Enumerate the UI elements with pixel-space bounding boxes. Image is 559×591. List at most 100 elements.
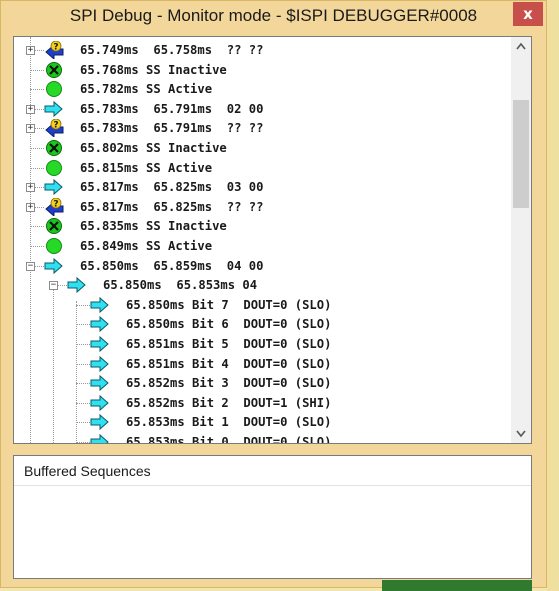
row-label: 65.817ms 65.825ms ?? ?? [80,199,264,214]
right-arrow-icon [90,433,109,443]
tree-row[interactable]: +65.783ms 65.791ms 02 00 [14,100,511,119]
row-label: 65.835ms SS Inactive [80,219,227,234]
right-arrow-icon [44,100,63,117]
scroll-up-button[interactable] [511,37,531,55]
title-bar[interactable]: SPI Debug - Monitor mode - $ISPI DEBUGGE… [1,1,546,31]
tree-row[interactable]: 65.849ms SS Active [14,237,511,256]
row-icon [44,61,64,79]
tree-connector [30,89,44,91]
collapse-icon[interactable]: − [49,281,58,291]
row-icon [90,296,110,314]
row-label: 65.852ms Bit 2 DOUT=1 (SHI) [126,395,332,410]
row-label: 65.783ms 65.791ms ?? ?? [80,121,264,136]
right-arrow-icon [67,277,86,294]
tree-row[interactable]: +65.817ms 65.825ms 03 00 [14,178,511,197]
vertical-scrollbar[interactable] [511,37,531,443]
right-arrow-icon [90,394,109,411]
tree-connector [76,442,90,443]
row-icon [90,394,110,412]
right-arrow-icon [90,355,109,372]
expand-icon[interactable]: + [26,124,35,134]
tree-row[interactable]: 65.853ms Bit 0 DOUT=0 (SLO) [14,433,511,443]
right-arrow-icon [44,257,63,274]
tree-connector [30,69,44,71]
question-arrow-icon: ? [45,40,64,61]
buffered-sequences-panel: Buffered Sequences [13,455,532,579]
tree-row[interactable]: 65.815ms SS Active [14,159,511,178]
tree-row[interactable]: + ? 65.817ms 65.825ms ?? ?? [14,197,511,217]
chevron-up-icon [516,42,526,50]
row-icon [90,374,110,392]
tree-row[interactable]: 65.768ms SS Inactive [14,61,511,80]
row-label: 65.850ms 65.853ms 04 [103,278,258,293]
tree-row[interactable]: 65.851ms Bit 4 DOUT=0 (SLO) [14,355,511,374]
row-label: 65.817ms 65.825ms 03 00 [80,180,264,195]
tree-row[interactable]: + ? 65.749ms 65.758ms ?? ?? [14,40,511,61]
tree-row[interactable]: 65.802ms SS Inactive [14,139,511,158]
row-label: 65.768ms SS Inactive [80,62,227,77]
row-icon [67,276,87,294]
tree-connector [76,422,90,424]
right-arrow-icon [90,296,109,313]
window-title: SPI Debug - Monitor mode - $ISPI DEBUGGE… [69,6,478,25]
tree-row[interactable]: − 65.850ms 65.859ms 04 00 [14,257,511,276]
expand-icon[interactable]: + [26,104,35,114]
background-edge [547,0,559,591]
row-label: 65.783ms 65.791ms 02 00 [80,101,264,116]
tree-row[interactable]: 65.850ms Bit 7 DOUT=0 (SLO) [14,296,511,315]
collapse-icon[interactable]: − [26,261,35,271]
background-strip [382,580,532,591]
right-arrow-icon [90,316,109,333]
tree-connector [76,344,90,345]
question-arrow-icon: ? [45,118,64,139]
scroll-down-button[interactable] [511,425,531,443]
ss-inactive-icon [46,140,62,156]
tree-row[interactable]: 65.852ms Bit 3 DOUT=0 (SLO) [14,374,511,393]
tree-row[interactable]: 65.851ms Bit 5 DOUT=0 (SLO) [14,335,511,354]
tree-connector [76,304,90,306]
ss-active-icon [46,238,62,254]
tree-row[interactable]: 65.852ms Bit 2 DOUT=1 (SHI) [14,394,511,413]
tree-row[interactable]: 65.835ms SS Inactive [14,217,511,236]
row-icon: ? [44,197,64,217]
row-label: 65.749ms 65.758ms ?? ?? [80,43,264,57]
tree-row[interactable]: 65.853ms Bit 1 DOUT=0 (SLO) [14,413,511,432]
row-icon [44,100,64,118]
row-label: 65.852ms Bit 3 DOUT=0 (SLO) [126,376,332,391]
right-arrow-icon [44,179,63,196]
expand-icon[interactable]: + [26,46,35,55]
row-icon [44,237,64,255]
tree-row[interactable]: 65.782ms SS Active [14,80,511,99]
row-icon [90,355,110,373]
row-label: 65.851ms Bit 5 DOUT=0 (SLO) [126,337,332,351]
expand-icon[interactable]: + [26,202,35,212]
ss-active-icon [46,159,62,176]
buffered-sequences-header[interactable]: Buffered Sequences [14,456,531,486]
close-button[interactable]: x [513,2,543,26]
row-label: 65.802ms SS Inactive [80,141,227,155]
svg-text:?: ? [53,121,58,131]
row-label: 65.782ms SS Active [80,82,213,97]
sequence-tree-panel: + ? 65.749ms 65.758ms ?? ?? 65.768ms SS I… [13,36,532,444]
spi-debug-window: SPI Debug - Monitor mode - $ISPI DEBUGGE… [0,0,547,588]
close-icon: x [523,5,533,23]
tree-connector [76,363,90,365]
row-label: 65.849ms SS Active [80,239,213,253]
tree-row[interactable]: − 65.850ms 65.853ms 04 [14,276,511,295]
row-label: 65.851ms Bit 4 DOUT=0 (SLO) [126,356,332,371]
ss-active-icon [46,81,62,98]
tree-connector [30,246,44,247]
chevron-down-icon [516,430,526,438]
ss-inactive-icon [46,61,62,78]
row-icon: ? [44,118,64,139]
row-label: 65.815ms SS Active [80,160,213,175]
svg-text:?: ? [53,43,58,53]
row-icon [44,217,64,235]
tree-row[interactable]: 65.850ms Bit 6 DOUT=0 (SLO) [14,315,511,334]
row-icon [44,178,64,196]
expand-icon[interactable]: + [26,183,35,193]
row-label: 65.850ms 65.859ms 04 00 [80,258,264,273]
scrollbar-thumb[interactable] [513,100,529,208]
tree-row[interactable]: + ? 65.783ms 65.791ms ?? ?? [14,118,511,139]
row-icon: ? [44,40,64,61]
